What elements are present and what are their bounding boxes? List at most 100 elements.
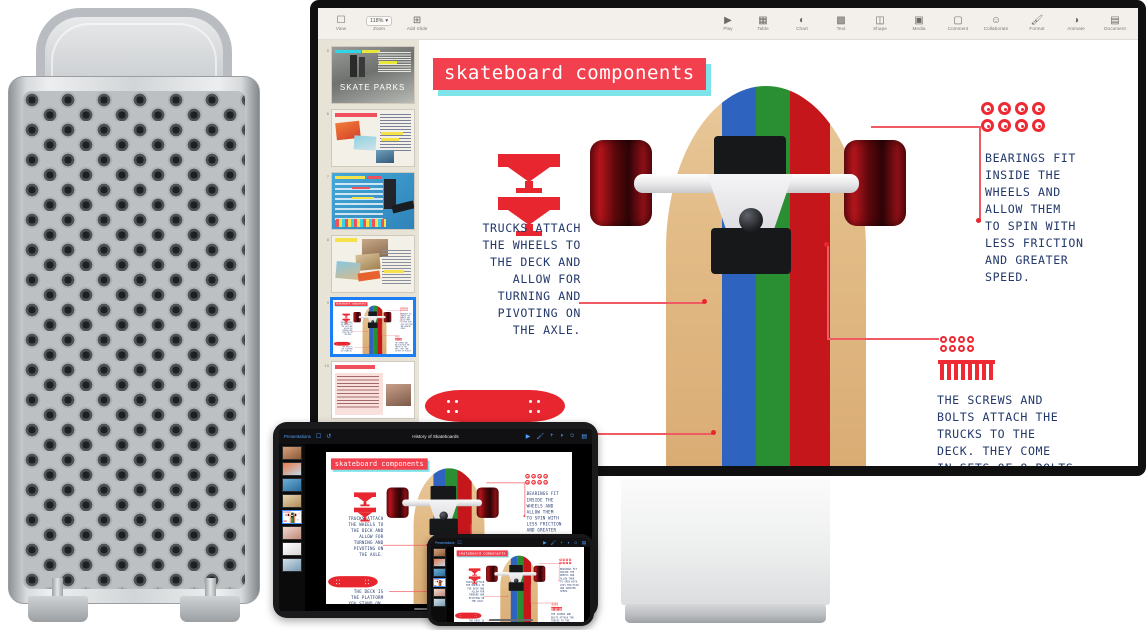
callout-screws[interactable]: THE SCREWS AND BOLTS ATTACH THE TRUCKS T… (442, 585, 444, 586)
toolbar-chart-button[interactable]: ◐ Chart (787, 15, 817, 32)
iphone-slide-navigator[interactable]: skateboard components TRUCKS ATTACH THE W… (431, 547, 447, 622)
leader-bearings-h (485, 481, 525, 483)
callout-trucks[interactable]: TRUCKS ATTACH THE WHEELS TO THE DECK AND… (335, 322, 353, 336)
callout-bearings[interactable]: BEARINGS FIT INSIDE THE WHEELS AND ALLOW… (526, 490, 571, 538)
deck-bolt-hole (537, 400, 540, 403)
list-item[interactable] (432, 548, 446, 557)
list-item[interactable]: skateboard components TRUCKS ATTACH THE W… (282, 510, 302, 524)
callout-bearings[interactable]: BEARINGS FIT INSIDE THE WHEELS AND ALLOW… (985, 150, 1111, 286)
list-item[interactable] (432, 568, 446, 577)
slide-thumbnail-photo-collage[interactable] (330, 109, 415, 167)
callout-trucks[interactable]: TRUCKS ATTACH THE WHEELS TO THE DECK AND… (330, 515, 383, 557)
toolbar-view-button[interactable]: ☐ View (326, 15, 356, 32)
list-item[interactable] (282, 478, 302, 492)
callout-bearings[interactable]: BEARINGS FIT INSIDE THE WHEELS AND ALLOW… (299, 514, 301, 518)
slide-number: 9 (326, 300, 329, 305)
list-item[interactable] (282, 542, 302, 556)
collaborate-icon[interactable]: ☺ (573, 540, 577, 546)
slide-thumbnail-schedule[interactable] (330, 172, 415, 230)
callout-deck[interactable]: THE DECK IS THE PLATFORM YOU STAND ON. (330, 588, 383, 604)
callout-deck[interactable]: THE DECK IS THE PLATFORM YOU STAND ON. (456, 619, 484, 622)
toolbar-play-button[interactable]: ▶ Play (713, 15, 743, 32)
undo-icon[interactable]: ↺ (326, 433, 331, 440)
callout-trucks[interactable]: TRUCKS ATTACH THE WHEELS TO THE DECK AND… (434, 582, 437, 584)
callout-trucks[interactable]: TRUCKS ATTACH THE WHEELS TO THE DECK AND… (283, 516, 288, 519)
add-icon[interactable]: + (550, 433, 554, 440)
document-icon[interactable]: ▤ (581, 433, 587, 440)
callout-screws[interactable]: THE SCREWS AND BOLTS ATTACH THE TRUCKS T… (551, 612, 584, 622)
callout-bearings[interactable]: BEARINGS FIT INSIDE THE WHEELS AND ALLOW… (560, 567, 584, 592)
collaborate-icon[interactable]: ☺ (569, 433, 575, 440)
document-icon[interactable]: ▤ (582, 540, 586, 546)
truck-kingpin (739, 208, 763, 232)
iphone-slide-canvas[interactable]: skateboard components TRUCKS ATTACH THE W… (447, 546, 590, 622)
list-item[interactable] (282, 446, 302, 460)
deck-graphic (425, 390, 565, 422)
slide-thumbnail-photo-collage-2[interactable] (330, 235, 415, 293)
callout-deck[interactable]: THE DECK IS THE PLATFORM YOU STAND ON. (283, 522, 288, 523)
toolbar-table-button[interactable]: ▦ Table (748, 15, 778, 32)
slide-thumbnail-skateboard-components[interactable]: skateboard components TRUCKS ATTACH THE W… (330, 298, 415, 356)
list-item[interactable]: 6 (318, 109, 419, 172)
format-brush-icon[interactable]: 🖌 (536, 433, 544, 440)
animate-icon[interactable]: ◑ (560, 433, 564, 440)
nut-icon (967, 336, 974, 343)
play-icon[interactable]: ▶ (526, 433, 531, 440)
ipad-back-presentations[interactable]: Presentations (284, 434, 311, 439)
iphone-back-presentations[interactable]: Presentations (435, 541, 455, 545)
list-item[interactable] (282, 462, 302, 476)
slide-navigator[interactable]: 5 SKATE PARKS 6 7 8 9 skateboard compone… (318, 40, 419, 466)
callout-bearings[interactable]: BEARINGS FIT INSIDE THE WHEELS AND ALLOW… (443, 581, 444, 583)
screw-icon (952, 360, 960, 380)
leader-dot (824, 242, 829, 247)
toolbar-shape-button[interactable]: ◫ Shape (865, 15, 895, 32)
callout-deck[interactable]: THE DECK IS THE PLATFORM YOU STAND ON. (434, 586, 437, 587)
callout-trucks[interactable]: TRUCKS ATTACH THE WHEELS TO THE DECK AND… (456, 580, 484, 602)
list-item[interactable]: 7 (318, 172, 419, 235)
list-item[interactable] (282, 558, 302, 572)
list-item[interactable] (432, 588, 446, 597)
leader-trucks (579, 302, 704, 304)
list-item[interactable] (282, 526, 302, 540)
leader-dot (529, 584, 531, 586)
list-item[interactable]: skateboard components TRUCKS ATTACH THE W… (432, 578, 446, 587)
toolbar-animate-button[interactable]: ◑ Animate (1061, 15, 1091, 32)
ipad-slide-navigator[interactable]: skateboard components TRUCKS ATTACH THE W… (279, 444, 305, 611)
toolbar-format-button[interactable]: 🖌 Format (1022, 15, 1052, 32)
list-item[interactable]: 8 (318, 235, 419, 298)
list-item[interactable]: 10 (318, 361, 419, 424)
slide-title-box[interactable]: skateboard components (433, 58, 706, 90)
list-item[interactable] (282, 494, 302, 508)
toolbar-document-button[interactable]: ▤ Document (1100, 15, 1130, 32)
toolbar-comment-button[interactable]: ▢ Comment (943, 15, 973, 32)
ipad-document-title: History of Skateboards (412, 434, 459, 439)
callout-trucks[interactable]: TRUCKS ATTACH THE WHEELS TO THE DECK AND… (433, 220, 581, 339)
list-item[interactable]: 5 SKATE PARKS (318, 46, 419, 109)
callout-screws[interactable]: THE SCREWS AND BOLTS ATTACH THE TRUCKS T… (395, 342, 413, 352)
toolbar-zoom-control[interactable]: 118% ▾ Zoom (366, 15, 393, 32)
callout-deck[interactable]: THE DECK IS THE PLATFORM YOU STAND ON. (335, 346, 353, 352)
toolbar-collaborate-button[interactable]: ☺ Collaborate (979, 15, 1013, 32)
toolbar-media-button[interactable]: ▣ Media (904, 15, 934, 32)
slide-thumbnail-text-and-photo[interactable] (330, 361, 415, 419)
toolbar-text-button[interactable]: ▩ Text (826, 15, 856, 32)
list-item[interactable]: 9 skateboard components TRUCKS ATTACH THE… (318, 298, 419, 361)
play-icon[interactable]: ▶ (543, 540, 546, 546)
callout-screws[interactable]: THE SCREWS AND BOLTS ATTACH THE TRUCKS T… (937, 392, 1113, 466)
format-brush-icon[interactable]: 🖌 (551, 540, 557, 546)
mac-pro-foot-right (180, 596, 240, 622)
screw-icon (987, 360, 995, 380)
page-title: skateboard components (458, 550, 506, 555)
toolbar-animate-label: Animate (1067, 26, 1085, 31)
slide-thumbnail-skate-parks[interactable]: SKATE PARKS (330, 46, 415, 104)
animate-icon[interactable]: ◑ (567, 540, 570, 546)
callout-screws[interactable]: THE SCREWS AND BOLTS ATTACH THE TRUCKS T… (297, 521, 301, 523)
callout-bearings[interactable]: BEARINGS FIT INSIDE THE WHEELS AND ALLOW… (401, 313, 413, 329)
sidebar-icon[interactable]: ☐ (458, 540, 462, 546)
slide-canvas[interactable]: skateboard components TRUCKS ATTACH THE W… (419, 40, 1138, 466)
toolbar-add-slide-button[interactable]: ⊞ Add Slide (402, 15, 432, 32)
list-item[interactable] (432, 598, 446, 607)
sidebar-icon[interactable]: ☐ (316, 433, 321, 440)
add-icon[interactable]: + (560, 540, 563, 546)
list-item[interactable] (432, 558, 446, 567)
